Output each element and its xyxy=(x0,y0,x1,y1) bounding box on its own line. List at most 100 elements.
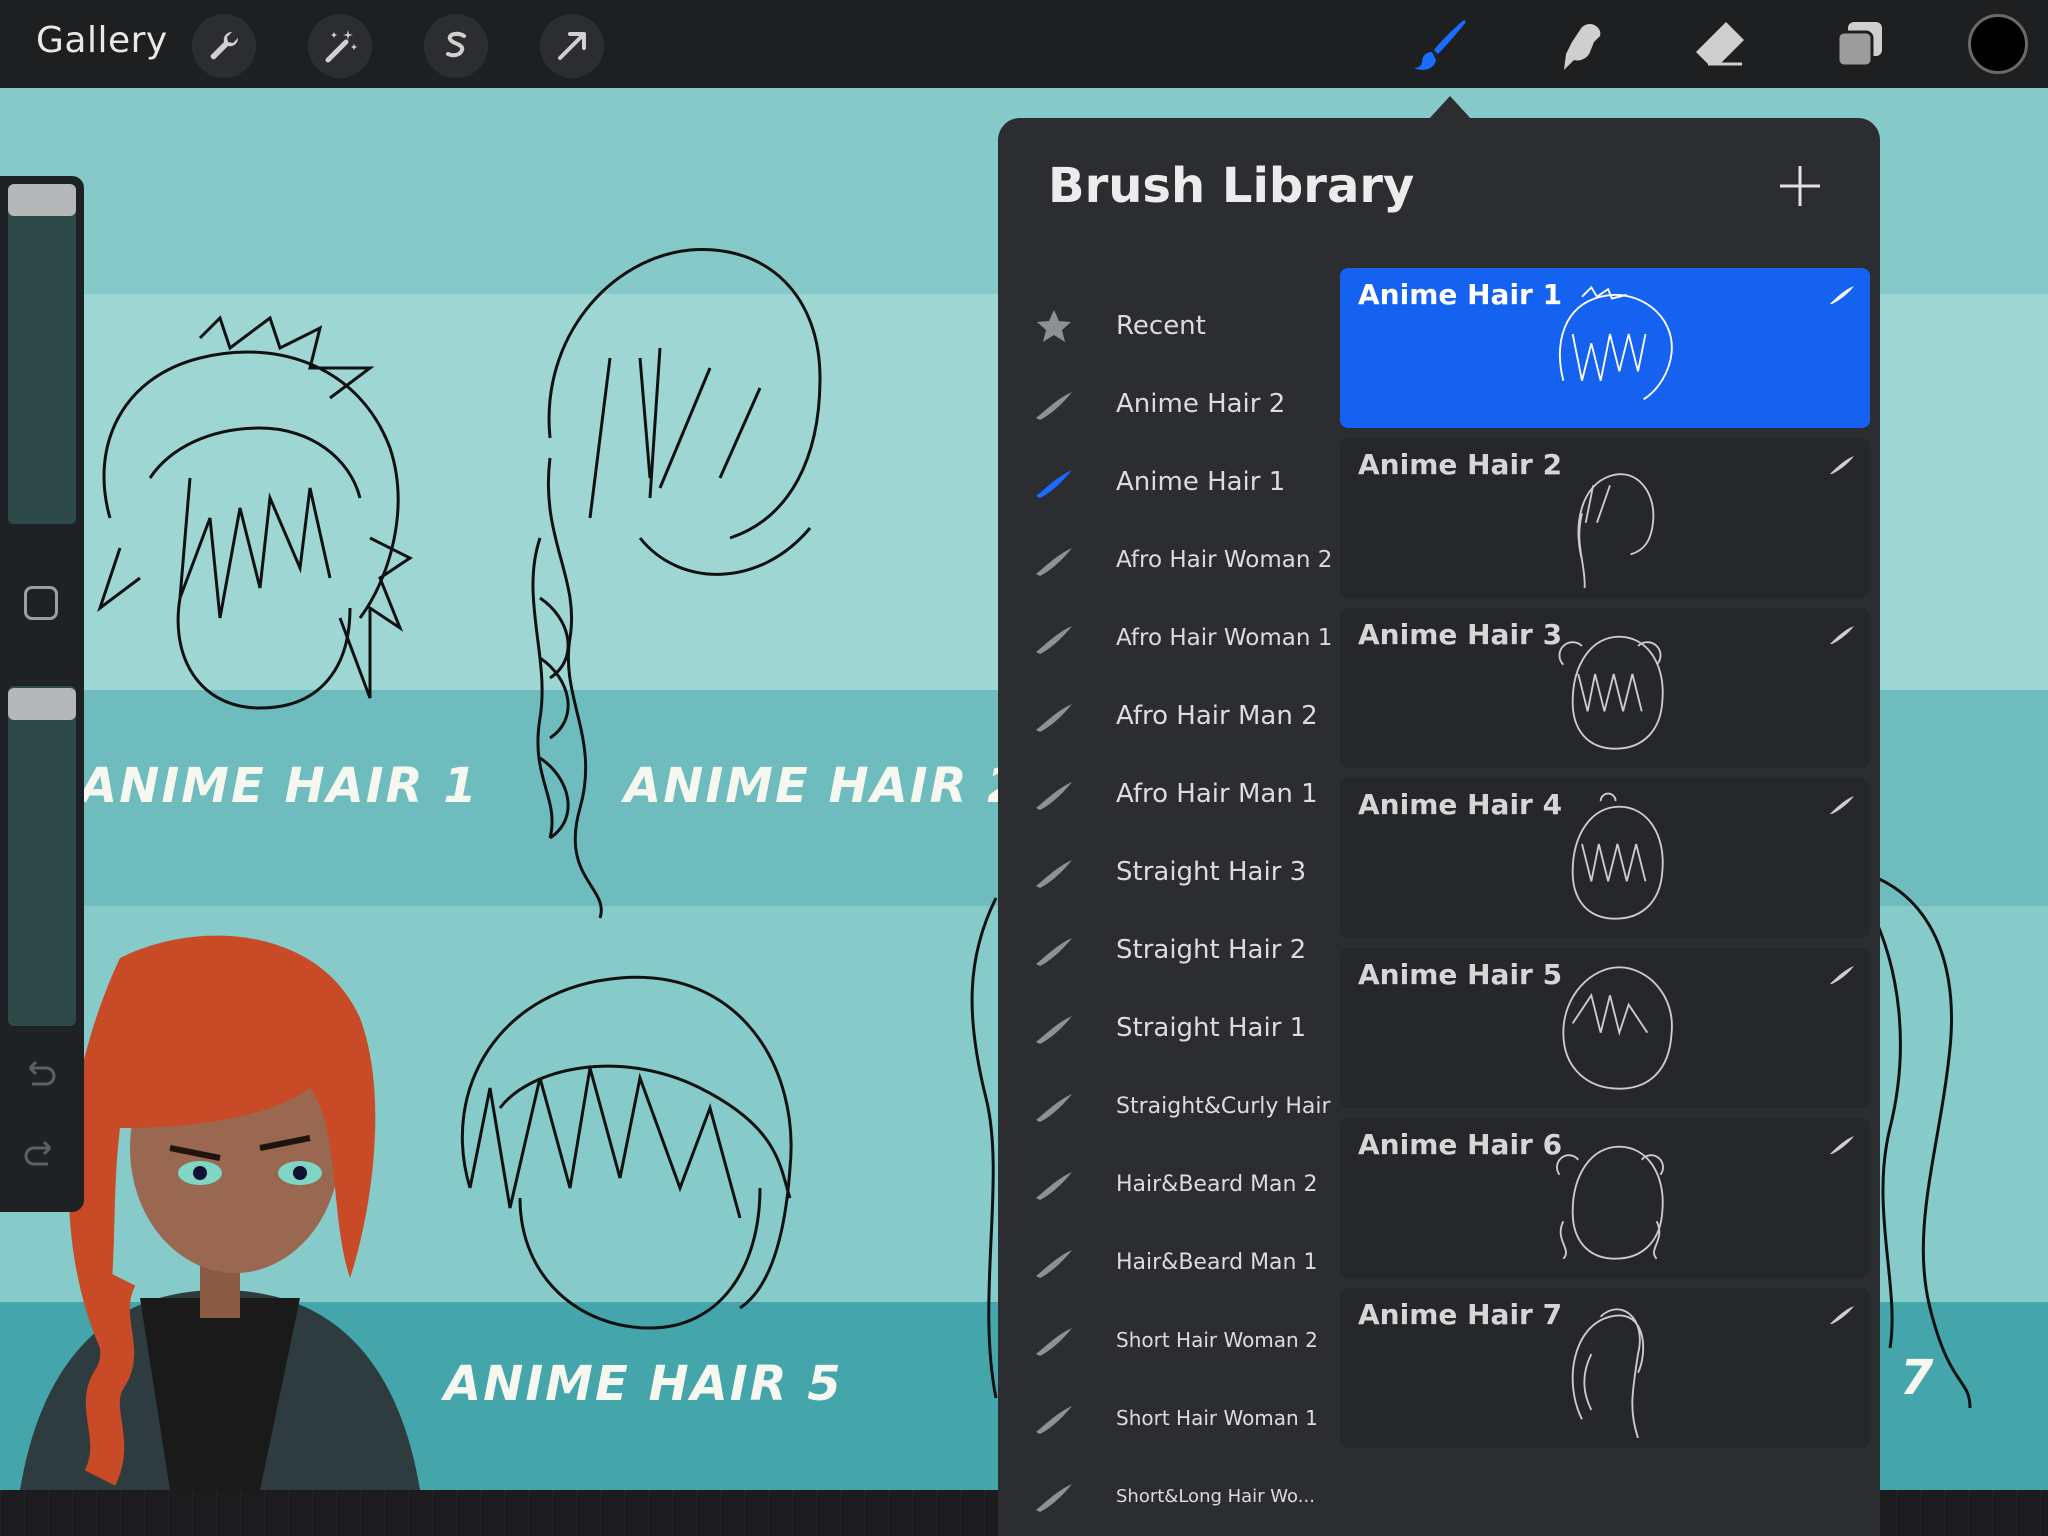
brush-stroke-icon xyxy=(1036,1406,1072,1434)
brush-stroke-icon xyxy=(1036,1016,1072,1044)
brush-stroke-icon xyxy=(1830,796,1854,814)
plus-icon[interactable] xyxy=(1776,162,1824,210)
brush-set-label: Afro Hair Man 2 xyxy=(1116,701,1318,731)
brush-stroke-icon xyxy=(1830,1306,1854,1324)
brush-set-label: Afro Hair Woman 2 xyxy=(1116,547,1333,573)
brush-stroke-icon xyxy=(1036,782,1072,810)
star-icon xyxy=(1037,310,1071,342)
brush-set-item[interactable]: Afro Hair Woman 1 xyxy=(1026,608,1346,668)
undo-icon[interactable] xyxy=(20,1054,60,1094)
redo-icon[interactable] xyxy=(20,1134,60,1174)
brush-set-item[interactable]: Short Hair Woman 2 xyxy=(1026,1310,1346,1370)
brush-size-slider-thumb[interactable] xyxy=(8,184,76,216)
brush-stroke-icon xyxy=(1036,470,1072,498)
transform-arrow-icon[interactable] xyxy=(540,14,604,78)
brush-stroke-icon xyxy=(1830,1136,1854,1154)
brush-stroke-icon xyxy=(1036,1250,1072,1278)
brush-set-item[interactable]: Anime Hair 1 xyxy=(1026,452,1346,512)
brush-set-label: Short Hair Woman 1 xyxy=(1116,1406,1318,1430)
brush-set-label: Hair&Beard Man 2 xyxy=(1116,1171,1318,1197)
brush-card[interactable]: Anime Hair 5 xyxy=(1340,948,1870,1108)
brush-stroke-icon xyxy=(1830,456,1854,474)
brush-stroke-icon xyxy=(1036,392,1072,420)
brush-stroke-icon xyxy=(1830,966,1854,984)
brush-preview-thumbnail xyxy=(1571,792,1664,920)
layers-icon[interactable] xyxy=(1828,14,1892,78)
brush-stroke-icon xyxy=(1036,1094,1072,1122)
left-sidebar xyxy=(0,176,84,1212)
smudge-icon[interactable] xyxy=(1548,14,1612,78)
canvas-label-anime-hair-5: ANIME HAIR 5 xyxy=(444,1356,843,1412)
brush-card[interactable]: Anime Hair 4 xyxy=(1340,778,1870,938)
brush-set-label: Afro Hair Man 1 xyxy=(1116,779,1318,809)
brush-set-item[interactable]: Recent xyxy=(1026,296,1346,356)
brush-set-label: Recent xyxy=(1116,311,1206,341)
brush-stroke-icon xyxy=(1036,1328,1072,1356)
brush-icon[interactable] xyxy=(1408,14,1472,78)
opacity-slider[interactable] xyxy=(8,686,76,1026)
brush-set-item[interactable]: Afro Hair Woman 2 xyxy=(1026,530,1346,590)
canvas-label-anime-hair-7-partial: 7 xyxy=(1900,1350,1936,1406)
brush-stroke-icon xyxy=(1036,1484,1072,1512)
gallery-button[interactable]: Gallery xyxy=(36,20,168,61)
canvas-label-anime-hair-2: ANIME HAIR 2 xyxy=(624,758,1023,814)
brush-preview-thumbnail xyxy=(1577,473,1655,588)
eraser-icon[interactable] xyxy=(1688,14,1752,78)
top-toolbar: Gallery xyxy=(0,0,2048,89)
magic-wand-icon[interactable] xyxy=(308,14,372,78)
brush-set-label: Hair&Beard Man 1 xyxy=(1116,1249,1318,1275)
brush-set-item[interactable]: Hair&Beard Man 2 xyxy=(1026,1154,1346,1214)
anime-hair-1-sketch xyxy=(97,315,413,710)
brush-name: Anime Hair 1 xyxy=(1358,278,1563,311)
brush-preview-thumbnail xyxy=(1559,285,1673,401)
brush-preview-thumbnail xyxy=(1571,1308,1645,1438)
anime-hair-2-sketch xyxy=(531,248,822,919)
brush-set-item[interactable]: Short&Long Hair Wo... xyxy=(1026,1466,1346,1526)
popover-arrow xyxy=(1428,96,1472,120)
brush-card[interactable]: Anime Hair 3 xyxy=(1340,608,1870,768)
brush-set-label: Straight Hair 3 xyxy=(1116,857,1307,887)
brush-name: Anime Hair 6 xyxy=(1358,1128,1563,1161)
anime-hair-5-sketch xyxy=(460,975,793,1330)
partial-sketch-edge xyxy=(970,897,998,1399)
brush-set-item[interactable]: Anime Hair 2 xyxy=(1026,374,1346,434)
brush-set-label: Straight&Curly Hair xyxy=(1116,1093,1331,1119)
brush-stroke-icon xyxy=(1036,704,1072,732)
canvas-label-anime-hair-1: ANIME HAIR 1 xyxy=(80,758,479,814)
brush-set-label: Straight Hair 2 xyxy=(1116,935,1307,965)
brush-stroke-icon xyxy=(1036,1172,1072,1200)
brush-preview-thumbnail xyxy=(1558,635,1664,750)
brush-stroke-icon xyxy=(1036,548,1072,576)
modify-button[interactable] xyxy=(24,586,58,620)
brush-size-slider[interactable] xyxy=(8,184,76,524)
brush-set-item[interactable]: Hair&Beard Man 1 xyxy=(1026,1232,1346,1292)
brush-set-item[interactable]: Straight&Curly Hair xyxy=(1026,1076,1346,1136)
brush-card[interactable]: Anime Hair 2 xyxy=(1340,438,1870,598)
brush-set-item[interactable]: Afro Hair Man 1 xyxy=(1026,764,1346,824)
brush-card[interactable]: Anime Hair 7 xyxy=(1340,1288,1870,1448)
brush-set-label: Short&Long Hair Wo... xyxy=(1116,1485,1315,1507)
brush-set-item[interactable]: Straight Hair 2 xyxy=(1026,920,1346,980)
brush-set-label: Afro Hair Woman 1 xyxy=(1116,625,1333,651)
brush-name: Anime Hair 3 xyxy=(1358,618,1563,651)
brush-name: Anime Hair 5 xyxy=(1358,958,1563,991)
color-swatch[interactable] xyxy=(1968,14,2028,74)
selection-icon[interactable] xyxy=(424,14,488,78)
brush-stroke-icon xyxy=(1830,626,1854,644)
brush-stroke-icon xyxy=(1036,626,1072,654)
brush-preview-thumbnail xyxy=(1562,966,1673,1090)
brush-set-item[interactable]: Afro Hair Man 2 xyxy=(1026,686,1346,746)
wrench-icon[interactable] xyxy=(192,14,256,78)
brush-stroke-icon xyxy=(1036,938,1072,966)
brush-set-item[interactable]: Short Hair Woman 1 xyxy=(1026,1388,1346,1448)
brush-set-label: Anime Hair 1 xyxy=(1116,467,1286,497)
brush-stroke-icon xyxy=(1830,286,1854,304)
brush-card[interactable]: Anime Hair 6 xyxy=(1340,1118,1870,1278)
brush-card[interactable]: Anime Hair 1 xyxy=(1340,268,1870,428)
opacity-slider-thumb[interactable] xyxy=(8,688,76,720)
brush-preview-thumbnail xyxy=(1556,1145,1664,1260)
brush-set-item[interactable]: Straight Hair 3 xyxy=(1026,842,1346,902)
brush-library-panel: Brush Library Recent Anime Hair 2 Anime Ha… xyxy=(998,118,1880,1536)
brush-set-label: Straight Hair 1 xyxy=(1116,1013,1307,1043)
brush-set-item[interactable]: Straight Hair 1 xyxy=(1026,998,1346,1058)
